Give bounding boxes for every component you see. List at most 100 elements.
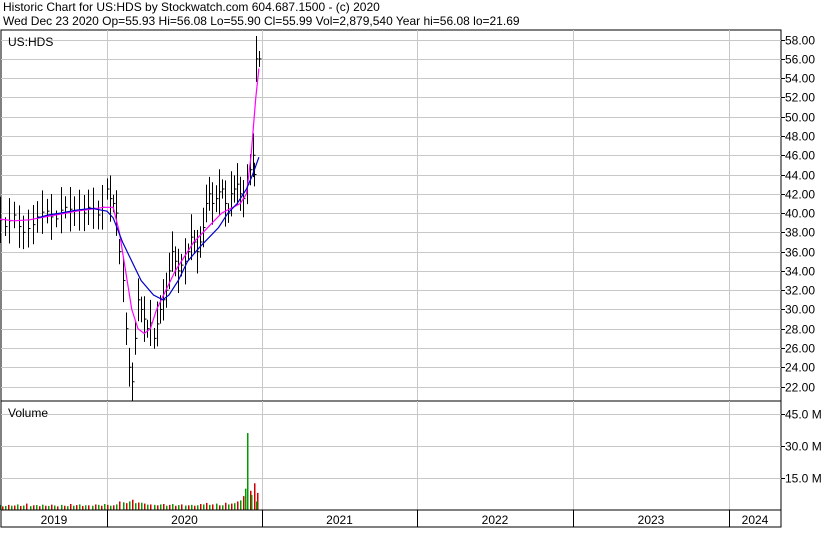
price-tick-label: 42.00 bbox=[785, 188, 815, 202]
price-tick-label: 34.00 bbox=[785, 265, 815, 279]
price-tick-label: 26.00 bbox=[785, 342, 815, 356]
volume-bar bbox=[116, 504, 118, 510]
volume-bar bbox=[126, 503, 128, 510]
volume-bar bbox=[20, 505, 22, 510]
volume-bar bbox=[154, 504, 156, 510]
volume-bar bbox=[45, 505, 47, 510]
volume-bar bbox=[36, 505, 38, 510]
volume-bar bbox=[82, 505, 84, 510]
volume-bar bbox=[98, 504, 100, 510]
volume-bar bbox=[194, 505, 196, 510]
volume-tick-label: 45.0 M bbox=[785, 408, 822, 422]
volume-bar bbox=[212, 504, 214, 510]
volume-bar bbox=[178, 505, 180, 510]
volume-panel-frame bbox=[0, 400, 782, 511]
volume-bar bbox=[76, 505, 78, 510]
volume-bar bbox=[206, 502, 208, 510]
x-tick-label: 2023 bbox=[638, 513, 665, 527]
volume-bar bbox=[135, 503, 137, 510]
price-tick-label: 30.00 bbox=[785, 303, 815, 317]
volume-panel: 45.0 M 30.0 M 15.0 M bbox=[0, 400, 822, 511]
volume-bar bbox=[234, 503, 236, 510]
x-tick-label: 2021 bbox=[326, 513, 353, 527]
volume-bar bbox=[51, 504, 53, 510]
x-tick-label: 2022 bbox=[482, 513, 509, 527]
volume-bar bbox=[219, 505, 221, 510]
volume-bar bbox=[92, 505, 94, 510]
volume-bar bbox=[132, 499, 134, 510]
volume-bar bbox=[119, 501, 121, 510]
volume-bar bbox=[23, 505, 25, 510]
x-axis-panel: 2019 2020 2021 2022 2023 2024 bbox=[0, 509, 782, 528]
volume-bar bbox=[57, 506, 59, 510]
volume-bar bbox=[256, 501, 258, 510]
volume-bar bbox=[64, 505, 66, 510]
volume-bar bbox=[169, 504, 171, 510]
price-tick-label: 46.00 bbox=[785, 149, 815, 163]
volume-bar bbox=[85, 505, 87, 510]
volume-bar bbox=[225, 502, 227, 510]
price-panel: 58.00 56.00 54.00 52.00 50.00 48.00 46.00 44.00… bbox=[0, 29, 815, 402]
volume-panel-title: Volume bbox=[8, 406, 48, 420]
volume-bar bbox=[237, 501, 239, 510]
volume-bar bbox=[172, 504, 174, 510]
volume-bar bbox=[104, 504, 106, 510]
volume-bar bbox=[39, 506, 41, 510]
price-tick-label: 52.00 bbox=[785, 91, 815, 105]
price-tick-label: 28.00 bbox=[785, 323, 815, 337]
stock-chart: 58.00 56.00 54.00 52.00 50.00 48.00 46.00 44.00… bbox=[0, 29, 822, 528]
volume-bar bbox=[8, 504, 10, 510]
volume-bar bbox=[88, 505, 90, 510]
volume-bar bbox=[185, 505, 187, 510]
volume-bar bbox=[5, 505, 7, 510]
volume-bar bbox=[48, 505, 50, 510]
volume-bar bbox=[101, 505, 103, 510]
price-tick-label: 56.00 bbox=[785, 53, 815, 67]
volume-bar bbox=[216, 503, 218, 510]
volume-bar bbox=[33, 505, 35, 510]
volume-bar bbox=[240, 500, 242, 510]
volume-bar bbox=[209, 504, 211, 510]
price-tick-label: 38.00 bbox=[785, 226, 815, 240]
volume-bar bbox=[157, 505, 159, 510]
x-tick-label: 2019 bbox=[41, 513, 68, 527]
volume-bar bbox=[166, 505, 168, 510]
volume-bar bbox=[144, 503, 146, 510]
volume-bar bbox=[254, 483, 256, 510]
volume-bar bbox=[110, 505, 112, 510]
price-tick-label: 58.00 bbox=[785, 34, 815, 48]
x-tick-label: 2020 bbox=[171, 513, 198, 527]
volume-bar bbox=[26, 503, 28, 510]
price-panel-frame bbox=[0, 29, 782, 402]
volume-bar bbox=[247, 433, 249, 510]
price-tick-label: 24.00 bbox=[785, 361, 815, 375]
volume-bar bbox=[203, 504, 205, 510]
volume-bar bbox=[2, 506, 4, 510]
volume-bar bbox=[61, 504, 63, 510]
volume-bar bbox=[191, 504, 193, 510]
x-tick-label: 2024 bbox=[742, 513, 769, 527]
price-tick-label: 48.00 bbox=[785, 130, 815, 144]
volume-bar bbox=[73, 505, 75, 510]
volume-bar bbox=[79, 504, 81, 510]
volume-bar bbox=[251, 495, 253, 510]
volume-bar bbox=[200, 504, 202, 510]
volume-bar bbox=[245, 488, 247, 510]
volume-bar bbox=[222, 505, 224, 510]
volume-bar bbox=[54, 505, 56, 510]
volume-bar bbox=[17, 504, 19, 510]
volume-bar bbox=[197, 505, 199, 510]
volume-bar bbox=[150, 504, 152, 510]
volume-bar bbox=[42, 504, 44, 510]
volume-bar bbox=[243, 496, 245, 510]
price-panel-title: US:HDS bbox=[8, 35, 53, 49]
volume-bar bbox=[188, 505, 190, 510]
volume-tick-label: 30.0 M bbox=[785, 440, 822, 454]
chart-header-quote: Wed Dec 23 2020 Op=55.93 Hi=56.08 Lo=55.… bbox=[3, 14, 520, 28]
volume-bar bbox=[95, 504, 97, 510]
price-tick-label: 50.00 bbox=[785, 111, 815, 125]
volume-bar bbox=[0, 504, 1, 510]
volume-bar bbox=[107, 504, 109, 510]
volume-bar bbox=[67, 506, 69, 510]
price-tick-label: 36.00 bbox=[785, 246, 815, 260]
